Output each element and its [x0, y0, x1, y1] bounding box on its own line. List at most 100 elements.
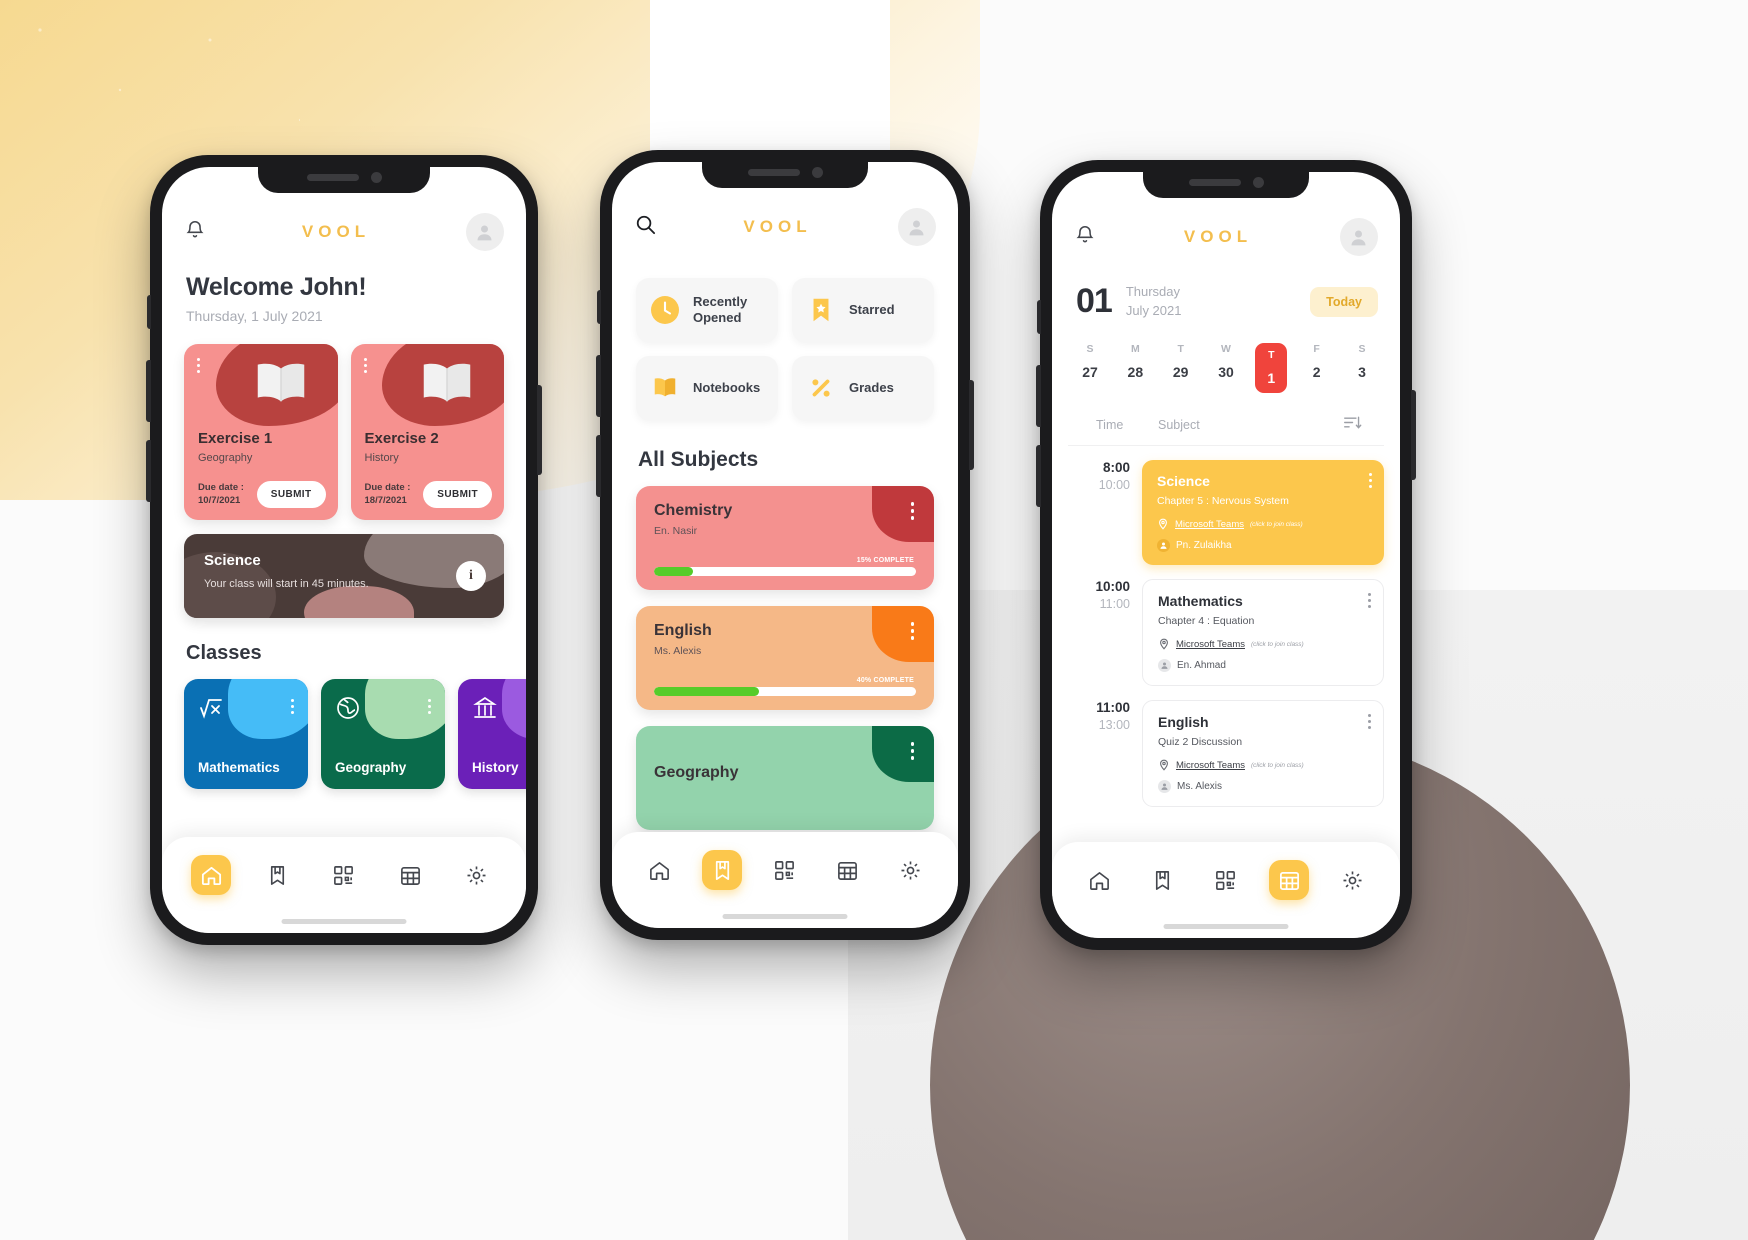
progress-label: 40% COMPLETE — [856, 677, 914, 684]
week-num: 30 — [1218, 364, 1234, 380]
tab-calendar[interactable] — [1269, 860, 1310, 900]
schedule-card-mathematics[interactable]: Mathematics Chapter 4 : Equation Microso… — [1142, 579, 1384, 686]
card-menu-icon[interactable] — [910, 622, 914, 640]
column-header-time: Time — [1096, 418, 1124, 432]
tab-bookmarks[interactable] — [1143, 860, 1183, 900]
exercise-title: Exercise 2 — [364, 430, 439, 447]
week-day[interactable]: F 2 — [1301, 343, 1333, 393]
schedule-row: 10:00 11:00 Mathematics Chapter 4 : Equa… — [1068, 565, 1384, 686]
subject-teacher: Ms. Alexis — [654, 645, 702, 657]
week-day[interactable]: T 29 — [1165, 343, 1197, 393]
time-start: 8:00 — [1102, 460, 1130, 475]
phone-subjects-screen: VOOL Recently Opened Starred Notebooks G… — [596, 150, 974, 940]
tab-bookmarks[interactable] — [702, 850, 743, 890]
week-num: 3 — [1358, 364, 1366, 380]
tab-calendar[interactable] — [390, 855, 430, 895]
card-menu-icon[interactable] — [1368, 593, 1371, 608]
week-dow: T — [1268, 349, 1275, 361]
quick-access-recently-opened[interactable]: Recently Opened — [636, 278, 778, 342]
tab-home[interactable] — [1080, 860, 1120, 900]
card-menu-icon[interactable] — [910, 742, 914, 760]
submit-button[interactable]: SUBMIT — [423, 481, 492, 508]
card-blob — [365, 679, 445, 739]
quick-access-grades[interactable]: Grades — [792, 356, 934, 420]
exercise-card-list: Exercise 1 Geography Due date :10/7/2021… — [162, 324, 526, 520]
week-day-selected[interactable]: T 1 — [1255, 343, 1288, 393]
search-icon[interactable] — [634, 213, 657, 241]
tab-settings[interactable] — [457, 855, 497, 895]
tab-scan[interactable] — [324, 855, 364, 895]
tab-scan[interactable] — [1206, 860, 1246, 900]
tab-bookmarks[interactable] — [258, 855, 298, 895]
week-day[interactable]: M 28 — [1119, 343, 1151, 393]
subject-teacher: En. Nasir — [654, 525, 698, 537]
subject-card-chemistry[interactable]: Chemistry En. Nasir 15% COMPLETE — [636, 486, 934, 590]
week-num: 29 — [1172, 364, 1189, 380]
card-menu-icon[interactable] — [291, 699, 294, 714]
schedule-card-science[interactable]: Science Chapter 5 : Nervous System Micro… — [1142, 460, 1384, 565]
week-day[interactable]: W 30 — [1210, 343, 1242, 393]
avatar[interactable] — [1339, 218, 1378, 256]
screen-schedule: VOOL 01 Thursday July 2021 Today S 27 M … — [1052, 172, 1400, 938]
week-dow: M — [1130, 343, 1140, 355]
percent-icon — [806, 373, 836, 403]
schedule-time: 11:00 13:00 — [1080, 700, 1142, 807]
teacher-name: En. Ahmad — [1177, 660, 1226, 671]
card-menu-icon[interactable] — [1369, 473, 1372, 488]
submit-button[interactable]: SUBMIT — [256, 481, 326, 508]
bell-icon[interactable] — [1074, 224, 1096, 251]
class-card-geography[interactable]: Geography — [321, 679, 445, 789]
screen-subjects: VOOL Recently Opened Starred Notebooks G… — [612, 162, 958, 928]
subject-name: Geography — [654, 764, 739, 781]
join-class-link[interactable]: Microsoft Teams — [1175, 519, 1244, 530]
schedule-card-english[interactable]: English Quiz 2 Discussion Microsoft Team… — [1142, 700, 1384, 807]
week-day[interactable]: S 27 — [1074, 343, 1106, 393]
exercise-card[interactable]: Exercise 2 History Due date :18/7/2021 S… — [350, 344, 504, 520]
bell-icon[interactable] — [184, 219, 206, 246]
teacher-avatar-icon — [1157, 539, 1170, 552]
quick-access-label: Starred — [849, 302, 895, 318]
tab-calendar[interactable] — [828, 850, 868, 890]
info-icon[interactable]: i — [456, 561, 486, 591]
join-class-link[interactable]: Microsoft Teams — [1176, 639, 1245, 650]
week-strip: S 27 M 28 T 29 W 30 T 1 F 2 S 3 — [1052, 321, 1400, 393]
schedule-chapter: Chapter 4 : Equation — [1158, 615, 1255, 627]
join-class-hint: (click to join class) — [1250, 761, 1304, 769]
progress-fill — [654, 687, 759, 696]
sort-icon[interactable] — [1343, 415, 1362, 435]
today-button[interactable]: Today — [1310, 286, 1378, 317]
schedule-title: Mathematics — [1158, 593, 1243, 609]
avatar[interactable] — [897, 208, 936, 246]
avatar[interactable] — [465, 213, 504, 251]
exercise-card[interactable]: Exercise 1 Geography Due date :10/7/2021… — [184, 344, 338, 520]
card-menu-icon[interactable] — [363, 358, 367, 373]
card-blob — [502, 679, 526, 739]
weekday-label: Thursday — [1125, 283, 1181, 299]
teacher-avatar-icon — [1158, 780, 1171, 793]
subject-card-english[interactable]: English Ms. Alexis 40% COMPLETE — [636, 606, 934, 710]
tab-scan[interactable] — [765, 850, 805, 890]
date-meta: Thursday July 2021 — [1126, 283, 1182, 321]
join-class-link[interactable]: Microsoft Teams — [1176, 760, 1245, 771]
card-menu-icon[interactable] — [910, 502, 914, 520]
join-class-hint: (click to join class) — [1250, 640, 1304, 648]
subject-card-geography[interactable]: Geography — [636, 726, 934, 830]
class-card-mathematics[interactable]: Mathematics — [184, 679, 308, 789]
subjects-heading: All Subjects — [638, 448, 759, 471]
quick-access-starred[interactable]: Starred — [792, 278, 934, 342]
card-menu-icon[interactable] — [428, 699, 431, 714]
week-day[interactable]: S 3 — [1346, 343, 1378, 393]
phone-schedule-screen: VOOL 01 Thursday July 2021 Today S 27 M … — [1036, 160, 1416, 950]
tab-home[interactable] — [191, 855, 232, 895]
quick-access-notebooks[interactable]: Notebooks — [636, 356, 778, 420]
class-card-history[interactable]: History — [458, 679, 526, 789]
card-menu-icon[interactable] — [1368, 714, 1371, 729]
schedule-list: 8:00 10:00 Science Chapter 5 : Nervous S… — [1052, 446, 1400, 807]
globe-icon — [337, 697, 359, 719]
tab-settings[interactable] — [1332, 860, 1372, 900]
location-pin-icon — [1159, 518, 1167, 530]
upcoming-class-banner[interactable]: Science Your class will start in 45 minu… — [184, 534, 504, 618]
tab-home[interactable] — [639, 850, 679, 890]
tab-settings[interactable] — [891, 850, 931, 890]
card-menu-icon[interactable] — [197, 358, 200, 373]
